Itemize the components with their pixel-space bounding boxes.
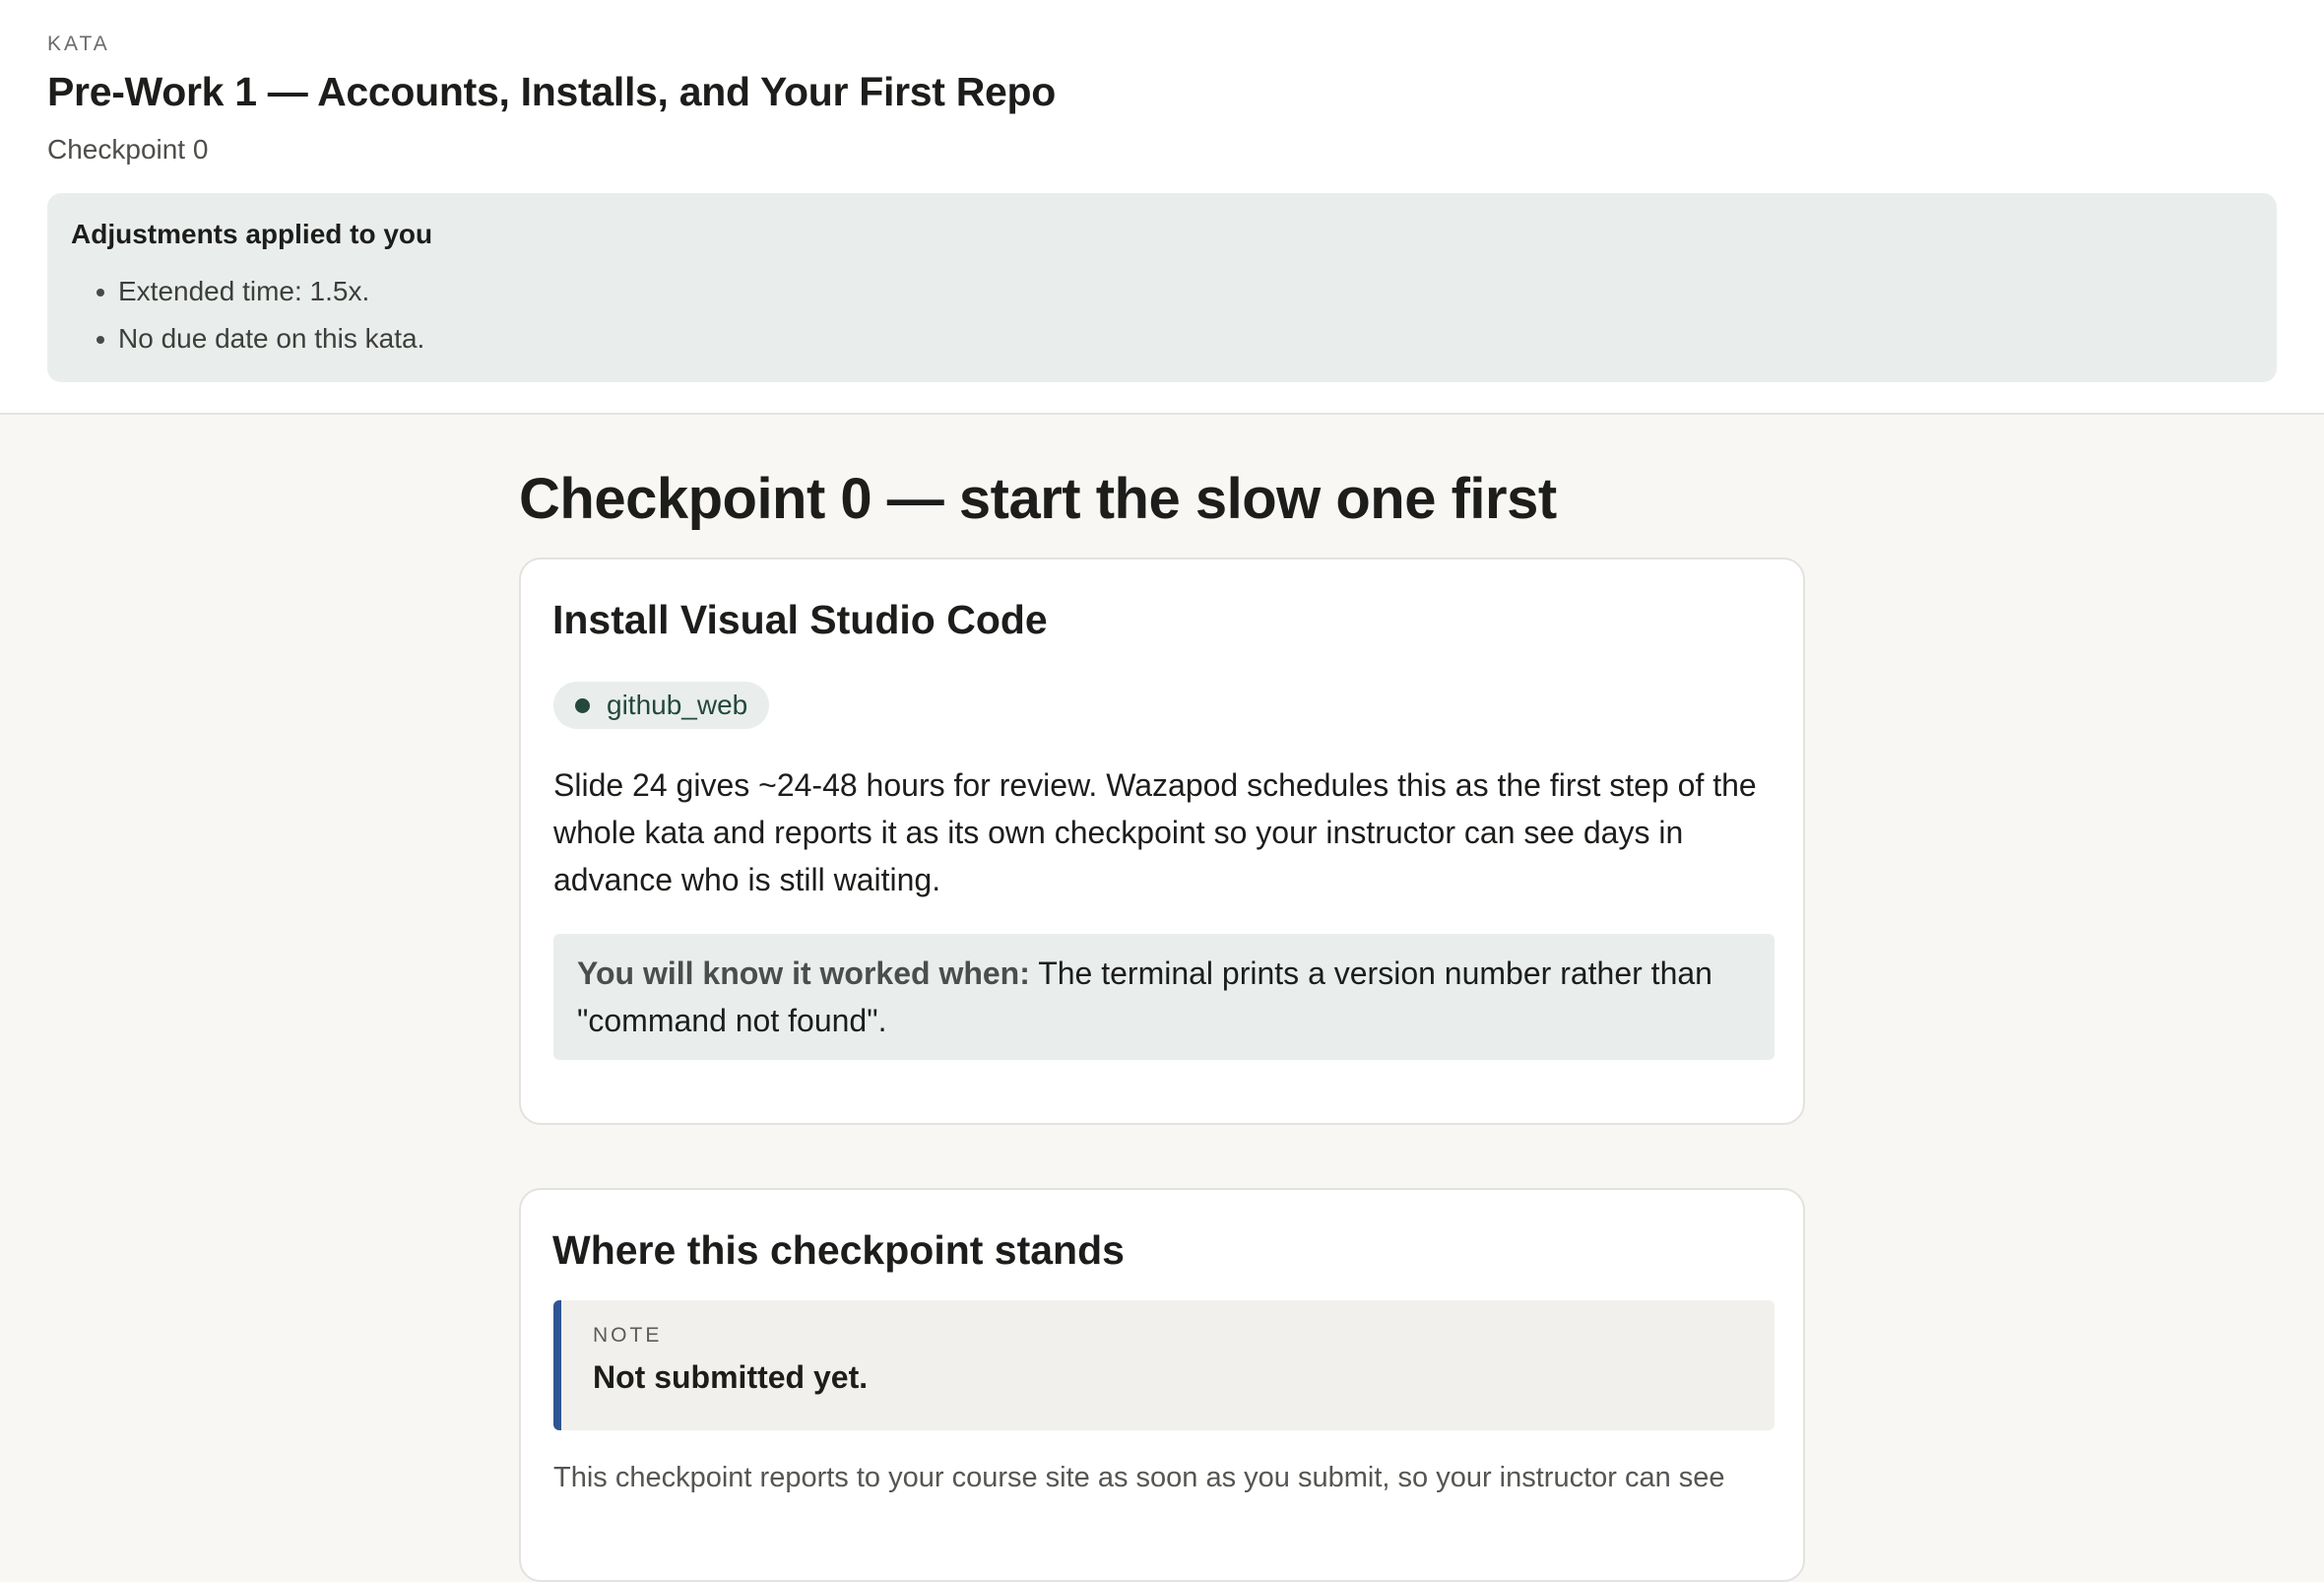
tag-label: github_web	[607, 690, 748, 720]
status-card: Where this checkpoint stands NOTE Not su…	[519, 1188, 1805, 1582]
adjustment-item: No due date on this kata.	[97, 315, 2253, 363]
page-title: Pre-Work 1 — Accounts, Installs, and You…	[47, 69, 1057, 114]
status-card-body: This checkpoint reports to your course s…	[553, 1462, 1725, 1493]
kata-eyebrow: KATA	[47, 33, 110, 55]
adjustment-item: Extended time: 1.5x.	[97, 268, 2253, 315]
install-card: Install Visual Studio Code github_web Sl…	[519, 558, 1805, 1125]
github-web-tag: github_web	[553, 682, 770, 729]
section-heading: Checkpoint 0 — start the slow one first	[519, 467, 1557, 531]
adjustments-title: Adjustments applied to you	[71, 219, 433, 249]
success-criteria-box: You will know it worked when: The termin…	[553, 934, 1775, 1060]
adjustments-list: Extended time: 1.5x. No due date on this…	[71, 268, 2253, 363]
note-callout: NOTE Not submitted yet.	[553, 1300, 1775, 1430]
adjustments-panel: Adjustments applied to you Extended time…	[47, 193, 2277, 382]
install-card-title: Install Visual Studio Code	[552, 597, 1048, 642]
note-text: Not submitted yet.	[593, 1359, 869, 1395]
kata-header: KATA Pre-Work 1 — Accounts, Installs, an…	[0, 0, 2324, 415]
status-card-title: Where this checkpoint stands	[552, 1227, 1125, 1273]
install-card-body: Slide 24 gives ~24-48 hours for review. …	[553, 767, 1757, 897]
note-label: NOTE	[593, 1324, 663, 1347]
success-criteria-label: You will know it worked when:	[577, 956, 1030, 991]
page-subtitle: Checkpoint 0	[47, 134, 209, 165]
status-dot-icon	[575, 698, 590, 713]
